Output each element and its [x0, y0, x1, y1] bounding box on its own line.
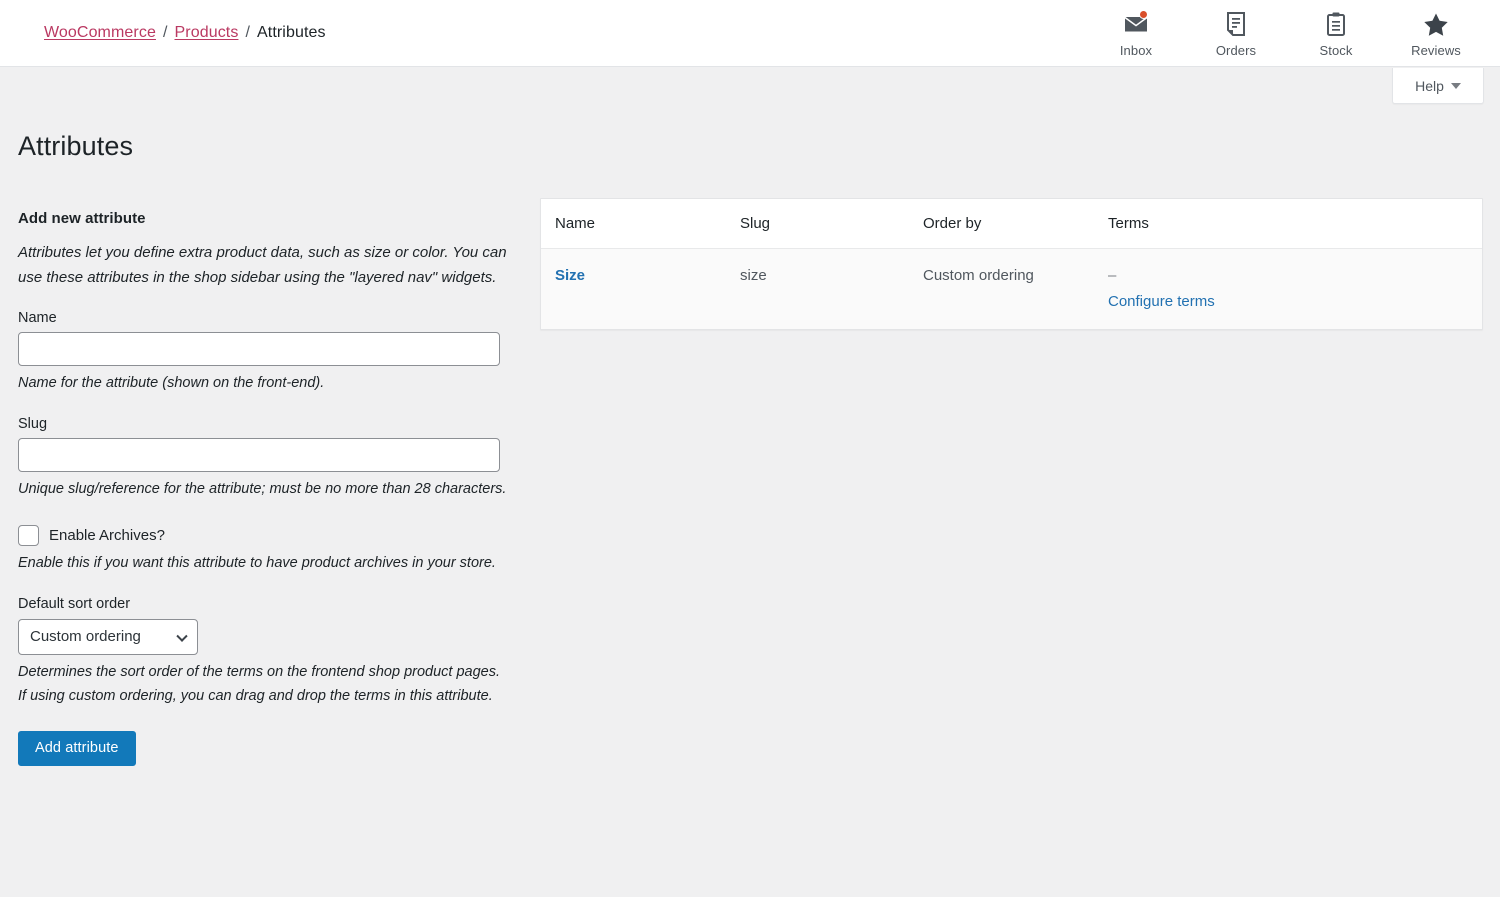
add-attribute-form: Add new attribute Attributes let you def… — [18, 210, 526, 766]
page-title: Attributes — [18, 131, 133, 162]
sort-order-select[interactable]: Custom ordering — [18, 619, 198, 655]
column-header-name: Name — [541, 199, 726, 249]
nav-item-label: Orders — [1216, 43, 1256, 58]
column-header-terms: Terms — [1094, 199, 1482, 249]
cell-order-by: Custom ordering — [909, 249, 1094, 330]
column-header-slug: Slug — [726, 199, 909, 249]
name-field-help: Name for the attribute (shown on the fro… — [18, 371, 508, 396]
nav-item-reviews[interactable]: Reviews — [1386, 6, 1486, 58]
form-heading: Add new attribute — [18, 210, 526, 227]
enable-archives-help: Enable this if you want this attribute t… — [18, 551, 508, 576]
slug-input[interactable] — [18, 438, 500, 472]
attributes-table-container: Name Slug Order by Terms Size size Custo… — [540, 198, 1483, 330]
nav-item-label: Reviews — [1411, 43, 1461, 58]
envelope-icon — [1123, 11, 1149, 38]
slug-field-group: Slug Unique slug/reference for the attri… — [18, 416, 526, 502]
header-nav-icons: Inbox Orders — [1086, 0, 1486, 67]
sort-order-help: Determines the sort order of the terms o… — [18, 660, 508, 709]
breadcrumb-item-woocommerce[interactable]: WooCommerce — [44, 24, 156, 42]
help-button-label: Help — [1415, 78, 1444, 94]
breadcrumb: WooCommerce / Products / Attributes — [44, 24, 326, 42]
enable-archives-row[interactable]: Enable Archives? — [18, 525, 526, 546]
breadcrumb-item-products[interactable]: Products — [175, 24, 239, 42]
name-field-group: Name Name for the attribute (shown on th… — [18, 310, 526, 396]
attributes-table: Name Slug Order by Terms Size size Custo… — [541, 199, 1482, 329]
table-body: Size size Custom ordering – Configure te… — [541, 249, 1482, 330]
chevron-down-icon — [1451, 83, 1461, 89]
top-header-bar: WooCommerce / Products / Attributes Inbo… — [0, 0, 1500, 67]
nav-item-stock[interactable]: Stock — [1286, 6, 1386, 58]
breadcrumb-item-attributes: Attributes — [257, 24, 326, 42]
column-header-order-by: Order by — [909, 199, 1094, 249]
sort-order-group: Default sort order Custom ordering Deter… — [18, 596, 526, 709]
breadcrumb-separator: / — [245, 24, 250, 42]
name-input[interactable] — [18, 332, 500, 366]
table-row: Size size Custom ordering – Configure te… — [541, 249, 1482, 330]
nav-item-label: Inbox — [1120, 43, 1152, 58]
configure-terms-link[interactable]: Configure terms — [1108, 293, 1215, 310]
form-description: Attributes let you define extra product … — [18, 241, 526, 290]
add-attribute-button[interactable]: Add attribute — [18, 731, 136, 766]
table-header: Name Slug Order by Terms — [541, 199, 1482, 249]
nav-item-inbox[interactable]: Inbox — [1086, 6, 1186, 58]
enable-archives-checkbox[interactable] — [18, 525, 39, 546]
breadcrumb-separator: / — [163, 24, 168, 42]
cell-slug: size — [726, 249, 909, 330]
help-button[interactable]: Help — [1392, 68, 1484, 104]
enable-archives-label[interactable]: Enable Archives? — [49, 527, 165, 544]
document-page-icon — [1225, 11, 1247, 38]
name-field-label: Name — [18, 310, 526, 326]
star-icon — [1423, 11, 1449, 38]
cell-name: Size — [541, 249, 726, 330]
table-header-row: Name Slug Order by Terms — [541, 199, 1482, 249]
notification-dot — [1139, 10, 1148, 19]
attribute-name-link[interactable]: Size — [555, 267, 585, 284]
terms-empty-dash: – — [1108, 265, 1482, 287]
nav-item-label: Stock — [1319, 43, 1352, 58]
slug-field-label: Slug — [18, 416, 526, 432]
nav-item-orders[interactable]: Orders — [1186, 6, 1286, 58]
sort-order-label: Default sort order — [18, 596, 526, 612]
slug-field-help: Unique slug/reference for the attribute;… — [18, 477, 508, 502]
clipboard-icon — [1325, 11, 1347, 38]
cell-terms: – Configure terms — [1094, 249, 1482, 330]
sort-order-select-wrap: Custom ordering — [18, 619, 198, 655]
